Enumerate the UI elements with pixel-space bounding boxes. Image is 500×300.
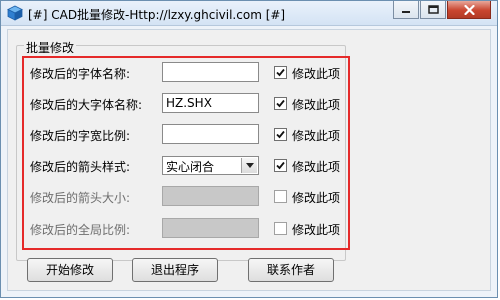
width-factor-check-label: 修改此项 xyxy=(292,129,341,143)
font-name-row: 修改后的字体名称: 修改此项 xyxy=(30,62,350,84)
global-scale-input[interactable] xyxy=(162,218,259,238)
maximize-button[interactable] xyxy=(420,1,446,19)
font-name-label: 修改后的字体名称: xyxy=(30,67,131,81)
title-bar[interactable]: [#] CAD批量修改-Http://lzxy.ghcivil.com [#] xyxy=(1,1,497,26)
global-scale-row: 修改后的全局比例: 修改此项 xyxy=(30,218,350,240)
width-factor-checkbox[interactable] xyxy=(274,128,287,141)
global-scale-label: 修改后的全局比例: xyxy=(30,223,131,237)
checkmark-icon xyxy=(276,161,285,170)
font-name-checkbox[interactable] xyxy=(274,66,287,79)
global-scale-checkbox[interactable] xyxy=(274,222,287,235)
arrow-size-checkbox[interactable] xyxy=(274,190,287,203)
arrow-style-label: 修改后的箭头样式: xyxy=(30,160,131,174)
big-font-name-input[interactable]: HZ.SHX xyxy=(162,93,259,113)
start-button[interactable]: 开始修改 xyxy=(27,258,113,282)
arrow-style-row: 修改后的箭头样式: 实心闭合 修改此项 xyxy=(30,155,350,177)
app-window: [#] CAD批量修改-Http://lzxy.ghcivil.com [#] … xyxy=(0,0,498,298)
checkmark-icon xyxy=(276,68,285,77)
group-label: 批量修改 xyxy=(24,39,77,56)
width-factor-row: 修改后的字宽比例: 修改此项 xyxy=(30,124,350,146)
arrow-style-value: 实心闭合 xyxy=(166,160,215,174)
exit-button[interactable]: 退出程序 xyxy=(132,258,218,282)
big-font-name-checkbox[interactable] xyxy=(274,97,287,110)
arrow-style-checkbox[interactable] xyxy=(274,159,287,172)
minimize-button[interactable] xyxy=(393,1,419,19)
dropdown-button[interactable] xyxy=(241,158,257,173)
big-font-name-label: 修改后的大字体名称: xyxy=(30,98,143,112)
arrow-size-check-label: 修改此项 xyxy=(292,191,341,205)
checkmark-icon xyxy=(276,130,285,139)
window-title: [#] CAD批量修改-Http://lzxy.ghcivil.com [#] xyxy=(28,8,286,22)
maximize-icon xyxy=(427,5,439,14)
arrow-style-select[interactable]: 实心闭合 xyxy=(162,156,259,175)
big-font-name-row: 修改后的大字体名称: HZ.SHX 修改此项 xyxy=(30,93,350,115)
width-factor-label: 修改后的字宽比例: xyxy=(30,129,131,143)
arrow-size-input[interactable] xyxy=(162,186,259,206)
window-controls xyxy=(392,1,491,21)
close-button[interactable] xyxy=(447,1,491,19)
global-scale-check-label: 修改此项 xyxy=(292,223,341,237)
arrow-style-check-label: 修改此项 xyxy=(292,160,341,174)
font-name-input[interactable] xyxy=(162,62,259,82)
checkmark-icon xyxy=(276,99,285,108)
chevron-down-icon xyxy=(245,163,254,168)
arrow-size-row: 修改后的箭头大小: 修改此项 xyxy=(30,186,350,208)
font-name-check-label: 修改此项 xyxy=(292,67,341,81)
contact-button[interactable]: 联系作者 xyxy=(248,258,334,282)
app-cube-icon xyxy=(7,5,23,21)
close-icon xyxy=(463,4,475,15)
arrow-size-label: 修改后的箭头大小: xyxy=(30,191,131,205)
client-area: 批量修改 修改后的字体名称: 修改此项 修改后的大字体名称: HZ.SHX 修改… xyxy=(7,29,491,291)
minimize-icon xyxy=(402,10,410,13)
big-font-name-check-label: 修改此项 xyxy=(292,98,341,112)
width-factor-input[interactable] xyxy=(162,124,259,144)
